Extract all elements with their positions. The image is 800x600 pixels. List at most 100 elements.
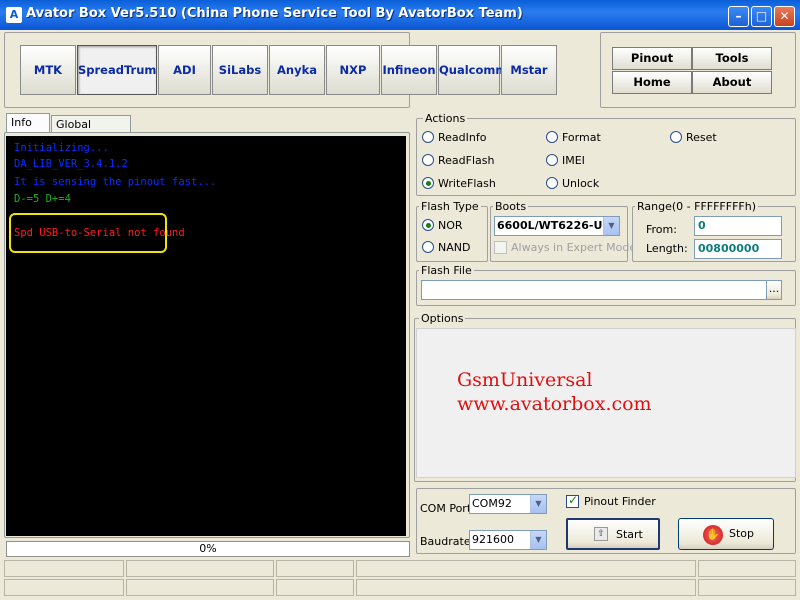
radio-label: ReadFlash [438,153,495,167]
radio-label: IMEI [562,153,585,167]
status-cell [698,579,796,596]
checkbox-box[interactable] [566,493,579,508]
flash-type-group: Flash Type [416,200,488,262]
baudrate-value: 921600 [472,533,514,546]
close-button[interactable]: ✕ [774,6,795,27]
status-cell [4,560,124,577]
chip-nxp-button[interactable]: NXP [326,45,380,95]
com-port-label: COM Port [420,502,472,515]
from-label: From: [646,223,677,236]
tab-info[interactable]: Info [6,113,50,133]
radio-label: NAND [438,240,471,254]
options-area: GsmUniversal www.avatorbox.com [416,328,796,478]
length-label: Length: [646,242,688,255]
watermark-line1: GsmUniversal [457,369,593,391]
boots-select[interactable]: 6600L/WT6226-US ▼ [494,216,620,236]
chip-adi-button[interactable]: ADI [158,45,211,95]
range-label: Range(0 - FFFFFFFFh) [635,200,758,213]
status-cell [276,579,354,596]
chip-mtk-button[interactable]: MTK [20,45,76,95]
actions-label: Actions [423,112,468,125]
radio-circle[interactable] [422,131,434,143]
chip-qualcomm-button[interactable]: Qualcomm [438,45,507,95]
chevron-down-icon[interactable]: ▼ [530,495,546,513]
reset-radio[interactable]: Reset [670,130,717,144]
status-cell [126,579,274,596]
flash-file-label: Flash File [419,264,474,277]
chip-silabs-button[interactable]: SiLabs [212,45,268,95]
checkbox-box[interactable] [494,240,507,254]
length-input[interactable]: 00800000 [694,239,782,259]
chip-spreadtrum-button[interactable]: SpreadTrum [77,45,157,95]
pinout-button[interactable]: Pinout [612,47,692,70]
expert-mode-checkbox[interactable]: Always in Expert Mode [494,240,636,254]
window-title: Avator Box Ver5.510 (China Phone Service… [26,6,523,21]
readinfo-radio[interactable]: ReadInfo [422,130,486,144]
format-radio[interactable]: Format [546,130,601,144]
console-line: Initializing... [14,142,109,154]
status-cell [356,560,696,577]
radio-circle-checked[interactable] [422,219,434,231]
chip-infineon-button[interactable]: Infineon [381,45,437,95]
app-icon: A [6,7,22,23]
minimize-button[interactable]: – [728,6,749,27]
radio-circle[interactable] [422,241,434,253]
radio-circle[interactable] [546,131,558,143]
nor-radio[interactable]: NOR [422,218,463,232]
start-label: Start [616,528,643,541]
status-cell [4,579,124,596]
unlock-radio[interactable]: Unlock [546,176,599,190]
baudrate-label: Baudrate [420,535,471,548]
radio-circle[interactable] [546,177,558,189]
nav-group [600,32,796,108]
options-label: Options [419,312,466,325]
progress-bar: 0% [6,541,410,557]
home-button[interactable]: Home [612,71,692,94]
info-console: Initializing... DA_LIB_VER_3.4.1.2 It is… [6,136,406,536]
checkbox-label: Pinout Finder [584,494,656,508]
radio-circle-checked[interactable] [422,177,434,189]
console-line: It is sensing the pinout fast... [14,176,217,188]
boots-label: Boots [493,200,529,213]
readflash-radio[interactable]: ReadFlash [422,153,494,167]
start-button[interactable]: ⇧ Start [566,518,660,550]
status-cell [698,560,796,577]
status-cell [276,560,354,577]
upload-icon: ⇧ [594,527,608,541]
baudrate-select[interactable]: 921600 ▼ [469,530,547,550]
radio-circle[interactable] [670,131,682,143]
chip-anyka-button[interactable]: Anyka [269,45,325,95]
about-button[interactable]: About [692,71,772,94]
console-line: D-=5 D+=4 [14,193,71,205]
stop-button[interactable]: ✋ Stop [678,518,774,550]
flash-file-input[interactable] [421,280,767,300]
browse-button[interactable]: ... [766,280,782,300]
chip-mstar-button[interactable]: Mstar [501,45,557,95]
error-highlight [9,213,167,253]
imei-radio[interactable]: IMEI [546,153,585,167]
watermark-line2: www.avatorbox.com [457,393,652,415]
chevron-down-icon[interactable]: ▼ [603,217,619,235]
radio-circle[interactable] [546,154,558,166]
stop-icon: ✋ [703,525,723,545]
pinout-finder-checkbox[interactable]: Pinout Finder [566,493,656,508]
chevron-down-icon[interactable]: ▼ [530,531,546,549]
progress-text: 0% [199,542,217,555]
boots-selected-value: 6600L/WT6226-US [497,219,611,232]
stop-label: Stop [729,527,755,540]
radio-circle[interactable] [422,154,434,166]
nand-radio[interactable]: NAND [422,240,470,254]
tools-button[interactable]: Tools [692,47,772,70]
radio-label: ReadInfo [438,130,487,144]
console-line: DA_LIB_VER_3.4.1.2 [14,158,128,170]
radio-label: Format [562,130,601,144]
radio-label: Reset [686,130,717,144]
com-port-value: COM92 [472,497,512,510]
maximize-button[interactable]: □ [751,6,772,27]
from-input[interactable]: 0 [694,216,782,236]
radio-label: NOR [438,218,463,232]
writeflash-radio[interactable]: WriteFlash [422,176,496,190]
checkbox-label: Always in Expert Mode [511,240,637,254]
radio-label: Unlock [562,176,600,190]
com-port-select[interactable]: COM92 ▼ [469,494,547,514]
